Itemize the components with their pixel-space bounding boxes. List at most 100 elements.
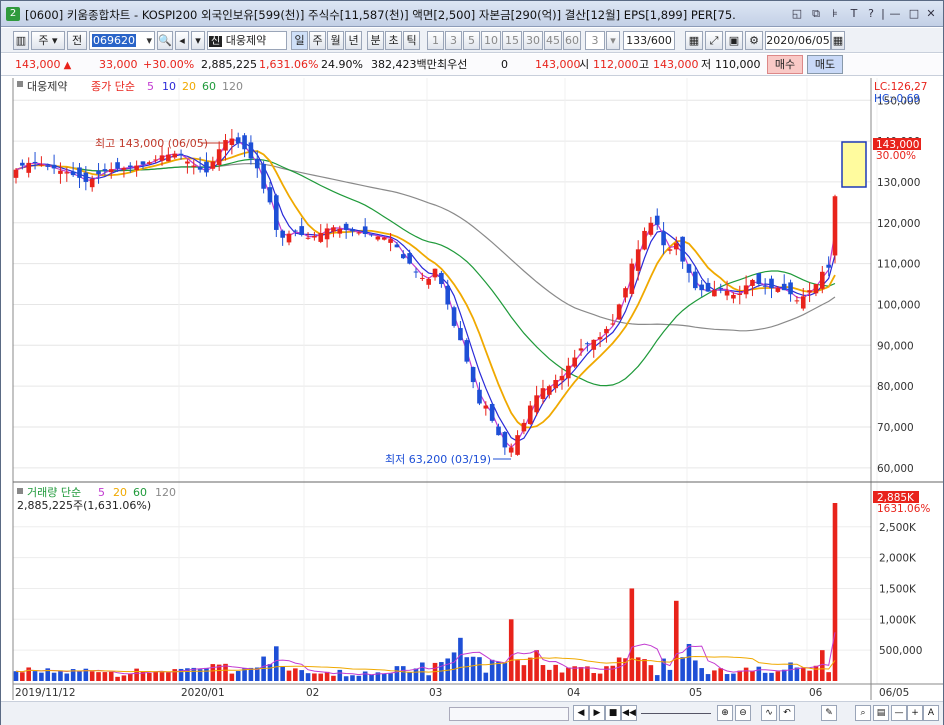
candle xyxy=(762,285,768,287)
grid-icon[interactable]: ▦ xyxy=(685,31,703,50)
gear-icon[interactable]: ⚙ xyxy=(745,31,763,50)
volume-ma5-line xyxy=(15,632,836,676)
candle xyxy=(451,307,457,326)
stop-icon[interactable]: ■ xyxy=(605,705,621,721)
candle xyxy=(477,389,482,404)
drawing-tool-icon[interactable]: ✎ xyxy=(821,705,837,721)
candle xyxy=(77,167,82,178)
interval-5[interactable]: 5 xyxy=(463,31,480,50)
interval-45[interactable]: 45 xyxy=(544,31,562,50)
period-year-tab[interactable]: 년 xyxy=(345,31,362,50)
buy-button[interactable]: 매수 xyxy=(767,55,803,74)
volume-legend-ma120: 120 xyxy=(155,486,176,499)
period-day-tab[interactable]: 일 xyxy=(291,31,308,50)
close-icon[interactable]: ✕ xyxy=(923,6,939,22)
candle xyxy=(102,169,108,172)
status-bar: ◀ ▶ ■ ◀◀ ⊕ ⊖ ∿ ↶ ✎ ⌕ ▤ — + A xyxy=(1,701,943,725)
candle xyxy=(705,282,711,292)
mode-select[interactable]: 주 ▾ xyxy=(31,31,65,50)
volume-bar xyxy=(540,665,546,681)
save-icon[interactable]: ▣ xyxy=(725,31,743,50)
period-week-tab[interactable]: 주 xyxy=(309,31,326,50)
draw-icon[interactable]: ⤢ xyxy=(705,31,723,50)
volume-bar xyxy=(566,667,571,681)
interval-30[interactable]: 30 xyxy=(523,31,543,50)
layout-icon[interactable]: ▥ xyxy=(13,31,29,50)
date-input[interactable]: 2020/06/05 xyxy=(765,31,831,50)
period-second-tab[interactable]: 초 xyxy=(385,31,402,50)
custom-interval-input[interactable]: 3 xyxy=(585,31,605,50)
period-tick-tab[interactable]: 틱 xyxy=(403,31,420,50)
volume-bar xyxy=(166,672,171,681)
minimize-icon[interactable]: — xyxy=(887,6,903,22)
text-icon[interactable]: T xyxy=(846,6,862,22)
volume-bar xyxy=(483,672,489,681)
candle xyxy=(540,388,546,399)
zoom-in-icon[interactable]: ⊕ xyxy=(717,705,733,721)
volume-bar xyxy=(604,666,609,681)
candle xyxy=(578,348,584,351)
data-count-field[interactable]: 133/600 xyxy=(623,31,675,50)
candle xyxy=(223,140,228,151)
scroll-left-icon[interactable]: ◀ xyxy=(573,705,589,721)
candle xyxy=(115,162,120,169)
price-axis-label: 120,000 xyxy=(877,218,920,230)
volume-bar xyxy=(496,661,501,681)
chevron-left-icon[interactable]: ◂ xyxy=(175,31,189,50)
sell-button[interactable]: 매도 xyxy=(807,55,843,74)
interval-3[interactable]: 3 xyxy=(445,31,462,50)
first-icon[interactable]: ◀◀ xyxy=(621,705,637,721)
volume-bar xyxy=(267,664,273,681)
volume-bar xyxy=(324,671,330,681)
candle xyxy=(813,284,819,294)
selection-box[interactable] xyxy=(841,141,867,188)
zoom-slider[interactable] xyxy=(641,713,711,714)
volume-bar xyxy=(64,673,70,681)
stock-name-field[interactable]: 신 대웅제약 xyxy=(207,31,287,50)
interval-15[interactable]: 15 xyxy=(502,31,522,50)
price-volume-chart[interactable]: 150,000140,000130,000120,000110,000100,0… xyxy=(1,78,943,700)
undo-icon[interactable]: ↶ xyxy=(779,705,795,721)
volume-bar xyxy=(699,668,704,681)
chevron-down-icon[interactable]: ▾ xyxy=(191,31,205,50)
search-icon[interactable]: 🔍 xyxy=(157,31,173,50)
chart-area[interactable]: 150,000140,000130,000120,000110,000100,0… xyxy=(1,78,943,700)
candle xyxy=(89,178,95,188)
candle xyxy=(210,161,216,169)
cascade-icon[interactable]: ⧉ xyxy=(808,6,824,22)
restore-layout-icon[interactable]: ◱ xyxy=(789,6,805,22)
pin-icon[interactable]: ⊧ xyxy=(827,6,843,22)
volume-bar xyxy=(159,672,165,681)
candle xyxy=(375,236,381,240)
zoom-out-icon[interactable]: ⊖ xyxy=(735,705,751,721)
candle xyxy=(134,165,139,171)
scroll-track[interactable] xyxy=(449,707,569,721)
candle xyxy=(699,284,704,291)
font-size-icon[interactable]: A xyxy=(923,705,939,721)
chevron-down-icon[interactable]: ▾ xyxy=(606,31,620,50)
volume-bar xyxy=(508,619,514,681)
calendar-icon[interactable]: ▦ xyxy=(831,31,845,50)
volume-bar xyxy=(318,673,324,681)
stock-code-input[interactable]: 069620 ▾ xyxy=(89,31,155,50)
scroll-right-icon[interactable]: ▶ xyxy=(589,705,605,721)
wave-icon[interactable]: ∿ xyxy=(761,705,777,721)
candle xyxy=(83,172,89,182)
candle xyxy=(591,339,597,350)
zoom-minus-icon[interactable]: — xyxy=(891,705,907,721)
candle xyxy=(648,222,654,235)
candle xyxy=(216,149,222,166)
chart-type-icon[interactable]: ▤ xyxy=(873,705,889,721)
volume-bar xyxy=(26,667,31,681)
trade-amount: 382,423백만 xyxy=(371,58,437,71)
search-icon[interactable]: ⌕ xyxy=(855,705,871,721)
legend-series-label: 종가 단순 xyxy=(91,80,135,93)
interval-1[interactable]: 1 xyxy=(427,31,444,50)
period-minute-tab[interactable]: 분 xyxy=(367,31,384,50)
zoom-plus-icon[interactable]: + xyxy=(907,705,923,721)
interval-60[interactable]: 60 xyxy=(563,31,581,50)
maximize-icon[interactable]: □ xyxy=(906,6,922,22)
mode-all-button[interactable]: 전 xyxy=(67,31,87,50)
period-month-tab[interactable]: 월 xyxy=(327,31,344,50)
interval-10[interactable]: 10 xyxy=(481,31,501,50)
